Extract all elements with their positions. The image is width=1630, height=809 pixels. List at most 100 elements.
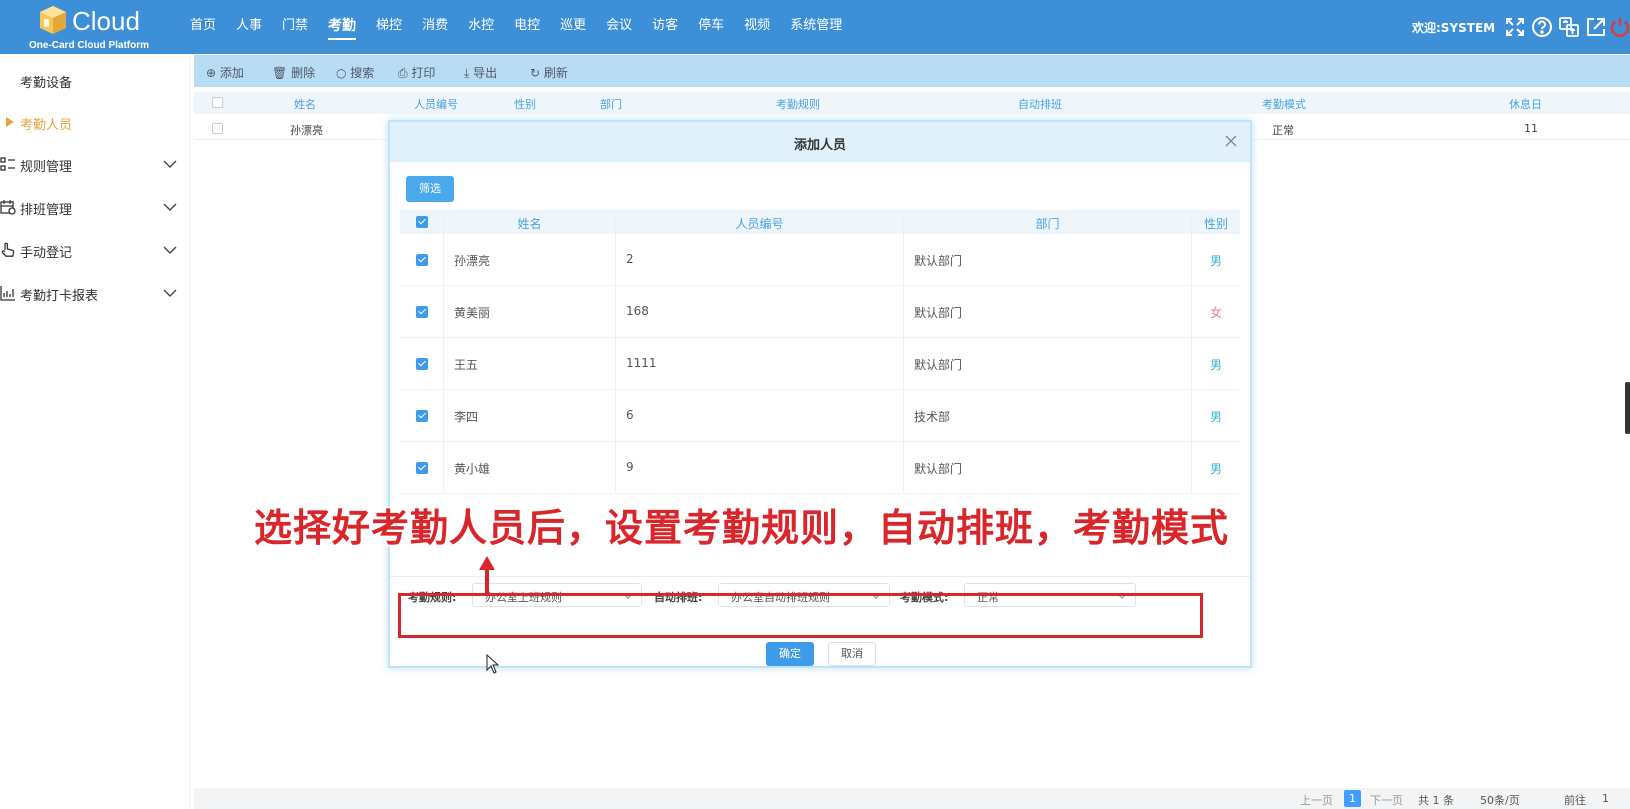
print-button[interactable]: ⎙ 打印 — [398, 64, 435, 81]
grid-cell-restday: 11 — [1524, 122, 1538, 135]
col-dept: 部门 — [904, 210, 1192, 234]
scrollbar-handle[interactable] — [1625, 382, 1630, 434]
row-checkbox-cell — [400, 338, 444, 389]
grid-cell-mode: 正常 — [1272, 124, 1294, 137]
goto-input[interactable]: 1 — [1602, 792, 1609, 805]
cell-name: 孙漂亮 — [444, 234, 616, 285]
col-id-label: 人员编号 — [735, 217, 784, 231]
export-label: 导出 — [473, 66, 498, 80]
prev-page-button[interactable]: 上一页 — [1300, 792, 1333, 808]
app-logo[interactable]: Cloud One-Card Cloud Platform — [26, 2, 156, 52]
sidebar-item-label: 排班管理 — [20, 203, 73, 218]
cell-gender-text: 男 — [1209, 410, 1222, 424]
cell-gender: 男 — [1192, 442, 1240, 493]
cell-dept-text: 默认部门 — [914, 358, 963, 372]
table-row[interactable]: 王五 1111 默认部门 男 — [400, 338, 1240, 390]
cell-dept: 默认部门 — [904, 442, 1192, 493]
tutorial-annotation-text: 选择好考勤人员后，设置考勤规则，自动排班，考勤模式 — [254, 506, 1230, 550]
total-count: 共 1 条 — [1418, 794, 1454, 807]
export-button[interactable]: ⤓ 导出 — [464, 64, 497, 81]
help-icon[interactable] — [1531, 16, 1553, 38]
row-checkbox-cell — [400, 390, 444, 441]
dialog-title: 添加人员 — [793, 138, 846, 153]
nav-video[interactable]: 视频 — [744, 0, 770, 54]
table-row[interactable]: 孙漂亮 2 默认部门 男 — [400, 234, 1240, 286]
chevron-down-icon — [163, 246, 177, 254]
cell-name-text: 王五 — [454, 358, 479, 372]
cell-id-text: 2 — [626, 252, 634, 266]
language-icon[interactable] — [1558, 16, 1580, 38]
next-page-button[interactable]: 下一页 — [1370, 792, 1403, 808]
cell-gender-text: 女 — [1209, 306, 1222, 320]
search-button[interactable]: ○ 搜索 — [336, 64, 374, 81]
nav-access[interactable]: 门禁 — [282, 0, 308, 54]
cell-dept: 技术部 — [904, 390, 1192, 441]
nav-water[interactable]: 水控 — [468, 0, 494, 54]
table-row[interactable]: 黄小雄 9 默认部门 男 — [400, 442, 1240, 494]
sidebar-item-rules[interactable]: 规则管理 — [0, 144, 190, 184]
row-checkbox[interactable] — [416, 254, 428, 266]
nav-system[interactable]: 系统管理 — [790, 0, 842, 54]
page-1-button[interactable]: 1 — [1344, 790, 1361, 807]
sidebar-item-label: 手动登记 — [20, 246, 73, 261]
main-nav: 首页 人事 门禁 考勤 梯控 消费 水控 电控 巡更 会议 访客 停车 视频 系… — [190, 0, 862, 54]
nav-hr[interactable]: 人事 — [236, 0, 262, 54]
select-all-checkbox[interactable] — [416, 216, 428, 228]
row-checkbox-cell — [400, 286, 444, 337]
logo-box-icon — [40, 6, 66, 34]
hand-pointer-icon — [1, 242, 15, 257]
power-icon[interactable] — [1609, 16, 1630, 38]
annotation-highlight-box — [398, 593, 1203, 638]
sidebar-item-manual-entry[interactable]: 手动登记 — [0, 230, 190, 270]
delete-button[interactable]: 🗑 删除 — [272, 64, 315, 81]
refresh-button[interactable]: ↻ 刷新 — [530, 64, 568, 81]
nav-patrol[interactable]: 巡更 — [560, 0, 586, 54]
row-checkbox[interactable] — [212, 123, 223, 134]
nav-parking[interactable]: 停车 — [698, 0, 724, 54]
cell-name: 黄小雄 — [444, 442, 616, 493]
sidebar-item-clock-report[interactable]: 考勤打卡报表 — [0, 273, 190, 313]
goto-label: 前往 — [1564, 794, 1586, 807]
cell-id-text: 1111 — [626, 356, 657, 370]
cell-gender: 女 — [1192, 286, 1240, 337]
table-row[interactable]: 黄美丽 168 默认部门 女 — [400, 286, 1240, 338]
nav-consumption[interactable]: 消费 — [422, 0, 448, 54]
nav-power[interactable]: 电控 — [514, 0, 540, 54]
sidebar-item-label: 考勤人员 — [20, 118, 73, 133]
col-id: 人员编号 — [616, 210, 904, 234]
col-dept-label: 部门 — [1035, 217, 1060, 231]
cell-dept-text: 技术部 — [914, 410, 951, 424]
printer-icon: ⎙ — [398, 66, 412, 80]
select-all-checkbox[interactable] — [212, 97, 223, 108]
nav-attendance[interactable]: 考勤 — [328, 0, 357, 54]
close-icon[interactable] — [1224, 134, 1238, 148]
sidebar-item-label: 考勤打卡报表 — [20, 289, 99, 304]
cell-name-text: 黄美丽 — [454, 306, 491, 320]
nav-visitor[interactable]: 访客 — [652, 0, 678, 54]
table-row[interactable]: 李四 6 技术部 男 — [400, 390, 1240, 442]
nav-elevator[interactable]: 梯控 — [376, 0, 402, 54]
sidebar-item-attendance-staff[interactable]: 考勤人员 — [0, 102, 190, 142]
external-link-icon[interactable] — [1585, 16, 1607, 38]
fullscreen-icon[interactable] — [1504, 16, 1526, 38]
grid-header: 姓名 人员编号 性别 部门 考勤规则 自动排班 考勤模式 休息日 — [194, 92, 1630, 114]
confirm-button[interactable]: 确定 — [766, 642, 814, 666]
header-checkbox-cell — [400, 210, 444, 234]
nav-meeting[interactable]: 会议 — [606, 0, 632, 54]
cancel-button[interactable]: 取消 — [828, 642, 876, 666]
dialog-header: 添加人员 — [390, 122, 1250, 162]
page-size-select[interactable]: 50条/页 — [1480, 792, 1520, 808]
add-button[interactable]: ⊕ 添加 — [206, 64, 244, 81]
cell-name-text: 李四 — [454, 410, 479, 424]
grid-col-name: 姓名 — [294, 98, 316, 111]
filter-button[interactable]: 筛选 — [406, 176, 454, 202]
row-checkbox[interactable] — [416, 358, 428, 370]
row-checkbox[interactable] — [416, 306, 428, 318]
nav-home[interactable]: 首页 — [190, 0, 216, 54]
sidebar-item-schedule[interactable]: 排班管理 — [0, 187, 190, 227]
list-icon — [0, 157, 15, 171]
sidebar-item-attendance-devices[interactable]: 考勤设备 — [0, 60, 190, 100]
row-checkbox[interactable] — [416, 410, 428, 422]
row-checkbox[interactable] — [416, 462, 428, 474]
grid-col-schedule: 自动排班 — [1018, 98, 1062, 111]
